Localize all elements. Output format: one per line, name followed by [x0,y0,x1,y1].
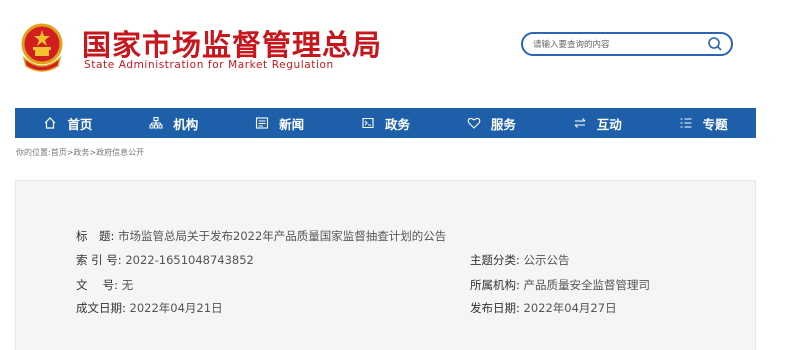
doc-title-label: 标 题: [76,229,115,243]
national-emblem-icon [21,23,63,72]
doc-published-label: 发布日期: [470,301,520,315]
nav-item-interaction[interactable]: 互动 [544,108,650,138]
org-chart-icon [149,116,163,129]
nav-item-affairs[interactable]: 政务 [333,108,439,138]
doc-number-value: 无 [121,278,134,292]
doc-title-row: 标 题: 市场监管总局关于发布2022年产品质量国家监督抽查计划的公告 [76,228,446,244]
nav-label: 新闻 [279,116,305,132]
doc-created-value: 2022年04月21日 [129,301,223,315]
nav-label: 互动 [596,116,622,132]
doc-org-value: 产品质量安全监督管理司 [523,278,651,292]
doc-published-row: 发布日期: 2022年04月27日 [470,300,617,316]
doc-created-label: 成文日期: [76,301,126,315]
doc-org-row: 所属机构: 产品质量安全监督管理司 [470,277,650,293]
doc-org-label: 所属机构: [470,278,520,292]
nav-label: 专题 [702,116,728,132]
government-affairs-icon [362,117,374,129]
home-icon [44,117,56,129]
topic-list-icon [680,118,692,128]
doc-topic-label: 主题分类: [470,253,520,267]
breadcrumb-text[interactable]: 你的位置:首页>政务>政府信息公开 [16,148,144,157]
heart-icon [467,117,481,129]
search-box[interactable]: 请输入要查询的内容 [521,32,733,56]
interaction-arrows-icon [574,118,586,128]
nav-label: 政务 [385,116,411,132]
nav-item-service[interactable]: 服务 [438,108,544,138]
site-title-english: State Administration for Market Regulati… [84,59,334,71]
document-info-panel: 标 题: 市场监管总局关于发布2022年产品质量国家监督抽查计划的公告 索 引 … [15,180,756,350]
site-header: 国家市场监督管理总局 State Administration for Mark… [0,0,785,108]
doc-topic-row: 主题分类: 公示公告 [470,252,570,268]
nav-item-news[interactable]: 新闻 [227,108,333,138]
doc-topic-value: 公示公告 [523,253,570,267]
search-input[interactable]: 请输入要查询的内容 [533,38,610,50]
nav-item-home[interactable]: 首页 [15,108,121,138]
doc-index-label: 索 引 号: [76,253,122,267]
doc-number-label: 文 号: [76,278,119,292]
doc-title-value: 市场监管总局关于发布2022年产品质量国家监督抽查计划的公告 [118,229,447,243]
nav-item-org[interactable]: 机构 [121,108,227,138]
doc-created-row: 成文日期: 2022年04月21日 [76,300,223,316]
doc-index-value: 2022-1651048743852 [125,253,254,267]
doc-number-row: 文 号: 无 [76,277,133,293]
news-icon [256,117,269,129]
nav-item-topics[interactable]: 专题 [650,108,756,138]
main-nav: 首页 机构 新闻 政务 服务 互动 专题 [15,108,756,138]
search-icon[interactable] [707,36,723,52]
doc-index-row: 索 引 号: 2022-1651048743852 [76,252,254,268]
nav-label: 首页 [67,116,93,132]
doc-published-value: 2022年04月27日 [523,301,617,315]
site-title: 国家市场监督管理总局 [82,28,383,62]
nav-label: 机构 [173,116,199,132]
nav-label: 服务 [490,116,516,132]
breadcrumb: 你的位置:首页>政务>政府信息公开 [16,147,144,158]
